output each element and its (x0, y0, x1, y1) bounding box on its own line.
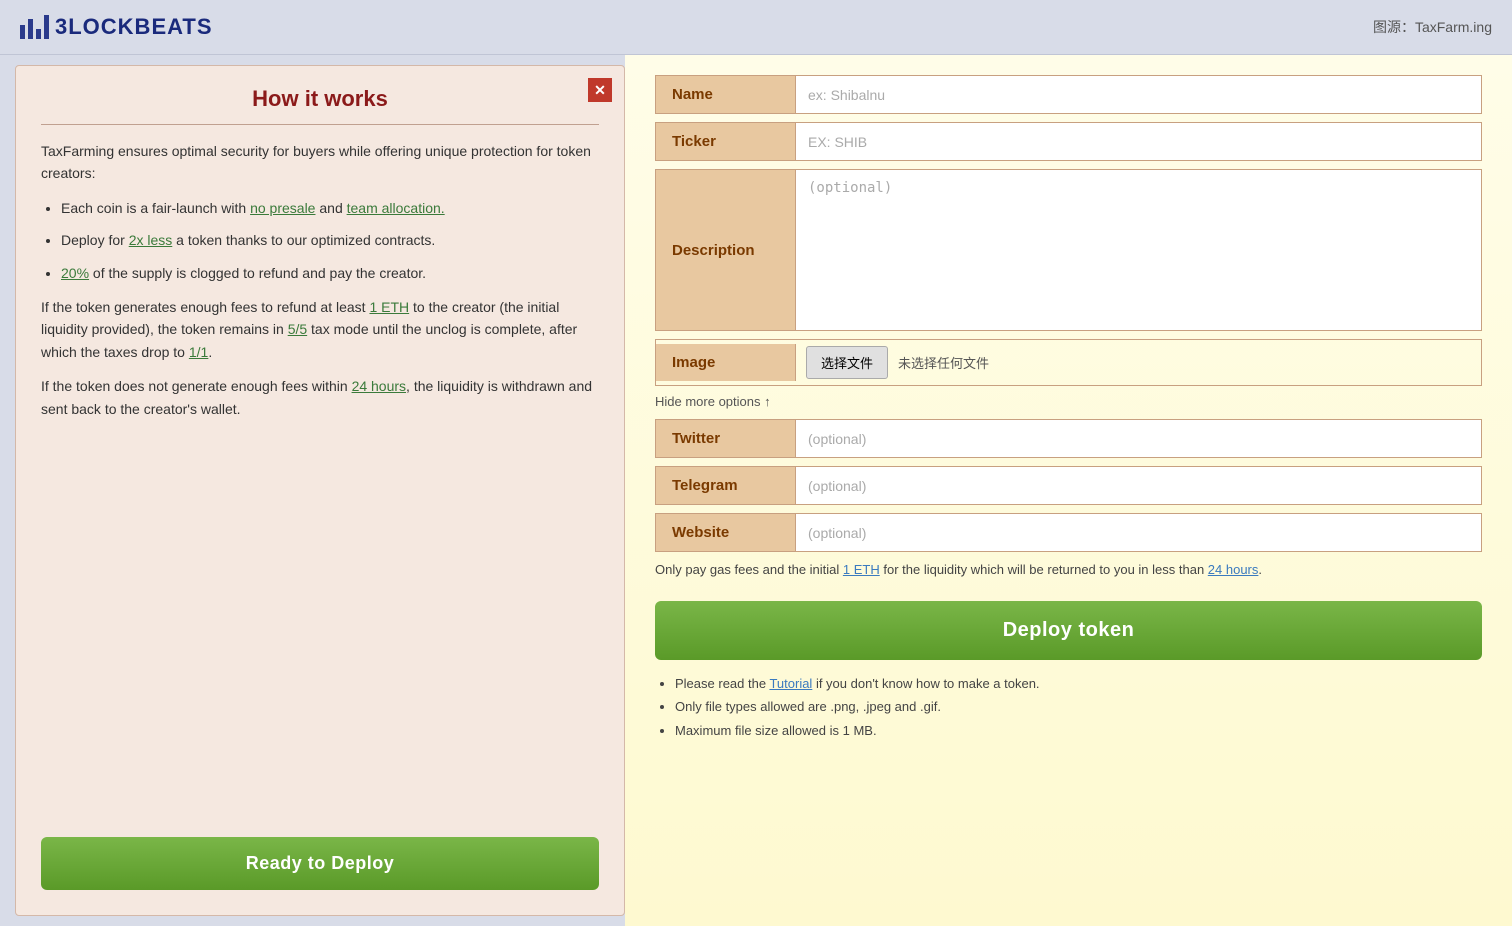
logo-bar-2 (28, 19, 33, 39)
p2-before: If the token generates enough fees to re… (41, 299, 369, 315)
logo-bar-4 (44, 15, 49, 39)
image-row: Image 选择文件 未选择任何文件 (655, 339, 1482, 386)
5-5-link[interactable]: 5/5 (288, 321, 307, 337)
tutorial-link[interactable]: Tutorial (769, 676, 812, 691)
choose-file-button[interactable]: 选择文件 (806, 346, 888, 379)
liquidity-note-after: for the liquidity which will be returned… (880, 562, 1208, 577)
description-label: Description (656, 170, 796, 330)
name-input[interactable] (796, 76, 1481, 113)
liquidity-note: Only pay gas fees and the initial 1 ETH … (655, 560, 1482, 581)
twitter-row: Twitter (655, 419, 1482, 458)
logo-bar-1 (20, 25, 25, 39)
panel-divider (41, 124, 599, 125)
liquidity-note-end: . (1258, 562, 1262, 577)
name-row: Name (655, 75, 1482, 114)
twitter-input[interactable] (796, 420, 1481, 457)
left-panel: ✕ How it works TaxFarming ensures optima… (15, 65, 625, 916)
no-file-selected-label: 未选择任何文件 (898, 353, 989, 372)
footer-note-1: Please read the Tutorial if you don't kn… (675, 672, 1482, 695)
logo-bar-3 (36, 29, 41, 39)
toggle-more-options[interactable]: Hide more options ↑ (655, 394, 1482, 409)
panel-title: How it works (41, 86, 599, 112)
1-1-link[interactable]: 1/1 (189, 344, 208, 360)
bullet-1-middle: and (315, 200, 346, 216)
ticker-input[interactable] (796, 123, 1481, 160)
bullet-list: Each coin is a fair-launch with no presa… (61, 197, 599, 284)
description-row: Description (655, 169, 1482, 331)
bullet-2-before: Deploy for (61, 232, 129, 248)
description-input[interactable] (796, 170, 1481, 330)
no-presale-link[interactable]: no presale (250, 200, 315, 216)
ticker-row: Ticker (655, 122, 1482, 161)
telegram-row: Telegram (655, 466, 1482, 505)
24-hours-link[interactable]: 24 hours (352, 378, 406, 394)
paragraph-2: If the token generates enough fees to re… (41, 296, 599, 363)
telegram-label: Telegram (656, 467, 796, 504)
intro-text: TaxFarming ensures optimal security for … (41, 140, 599, 185)
bullet-1-before: Each coin is a fair-launch with (61, 200, 250, 216)
deploy-token-button[interactable]: Deploy token (655, 601, 1482, 660)
bullet-2: Deploy for 2x less a token thanks to our… (61, 229, 599, 251)
20-percent-link[interactable]: 20% (61, 265, 89, 281)
liquidity-note-before: Only pay gas fees and the initial (655, 562, 843, 577)
bullet-1: Each coin is a fair-launch with no presa… (61, 197, 599, 219)
bullet-2-after: a token thanks to our optimized contract… (172, 232, 435, 248)
panel-body: TaxFarming ensures optimal security for … (41, 140, 599, 817)
2x-less-link[interactable]: 2x less (129, 232, 173, 248)
footer-note-2: Only file types allowed are .png, .jpeg … (675, 695, 1482, 718)
main-content: ✕ How it works TaxFarming ensures optima… (0, 55, 1512, 926)
logo-text: 3LOCKBEATS (55, 14, 213, 40)
1-eth-link[interactable]: 1 ETH (369, 299, 409, 315)
p3-before: If the token does not generate enough fe… (41, 378, 352, 394)
1-eth-note-link[interactable]: 1 ETH (843, 562, 880, 577)
website-input[interactable] (796, 514, 1481, 551)
ticker-label: Ticker (656, 123, 796, 160)
twitter-label: Twitter (656, 420, 796, 457)
logo: 3LOCKBEATS (20, 14, 213, 40)
footer-notes: Please read the Tutorial if you don't kn… (655, 672, 1482, 742)
bullet-3-after: of the supply is clogged to refund and p… (89, 265, 426, 281)
footer-note-1-before: Please read the (675, 676, 769, 691)
footer-note-1-after: if you don't know how to make a token. (812, 676, 1039, 691)
paragraph-3: If the token does not generate enough fe… (41, 375, 599, 420)
close-button[interactable]: ✕ (588, 78, 612, 102)
p2-end: . (208, 344, 212, 360)
header: 3LOCKBEATS 图源：TaxFarm.ing (0, 0, 1512, 55)
right-panel: Name Ticker Description Image 选择文件 未选择任何… (625, 55, 1512, 926)
24-hours-note-link[interactable]: 24 hours (1208, 562, 1259, 577)
telegram-input[interactable] (796, 467, 1481, 504)
ready-to-deploy-button[interactable]: Ready to Deploy (41, 837, 599, 890)
footer-notes-list: Please read the Tutorial if you don't kn… (675, 672, 1482, 742)
website-row: Website (655, 513, 1482, 552)
bullet-3: 20% of the supply is clogged to refund a… (61, 262, 599, 284)
logo-icon (20, 15, 49, 39)
website-label: Website (656, 514, 796, 551)
header-source: 图源：TaxFarm.ing (1373, 17, 1492, 37)
team-allocation-link[interactable]: team allocation. (347, 200, 445, 216)
name-label: Name (656, 76, 796, 113)
footer-note-3: Maximum file size allowed is 1 MB. (675, 719, 1482, 742)
image-label: Image (656, 344, 796, 381)
